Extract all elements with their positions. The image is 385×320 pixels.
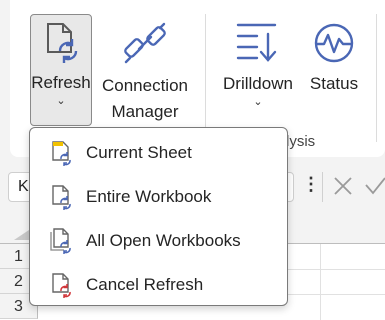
status-label: Status <box>309 74 359 93</box>
ribbon-group-label: lysis <box>286 133 316 150</box>
menu-item-all-open-workbooks[interactable]: All Open Workbooks <box>30 219 287 263</box>
connection-link-icon <box>123 21 167 71</box>
drilldown-icon <box>235 20 281 70</box>
drilldown-label: Drilldown <box>223 74 293 93</box>
menu-item-current-sheet[interactable]: Current Sheet <box>30 131 287 175</box>
status-pulse-icon <box>312 22 356 70</box>
connection-label-line1: Connection <box>101 76 188 95</box>
menu-item-label: Cancel Refresh <box>86 275 204 294</box>
grid-line <box>320 244 321 320</box>
cancel-refresh-icon <box>50 272 72 298</box>
drilldown-button[interactable]: Drilldown ⌄ <box>216 14 300 109</box>
refresh-dropdown-menu: Current Sheet Entire Workbook All Open W… <box>29 127 288 306</box>
menu-item-label: Entire Workbook <box>86 187 212 206</box>
workbook-refresh-icon <box>50 184 72 210</box>
chevron-down-icon: ⌄ <box>56 95 66 107</box>
connection-manager-button[interactable]: Connection Manager <box>98 14 192 123</box>
chevron-down-icon: ⌄ <box>253 96 263 108</box>
connection-label-line2: Manager <box>111 102 179 121</box>
ribbon-separator <box>376 14 377 142</box>
refresh-button[interactable]: Refresh ⌄ <box>30 14 92 126</box>
menu-item-label: All Open Workbooks <box>86 231 241 250</box>
menu-item-entire-workbook[interactable]: Entire Workbook <box>30 175 287 219</box>
refresh-icon <box>38 21 84 69</box>
all-workbooks-refresh-icon <box>50 228 72 254</box>
cancel-icon[interactable] <box>332 175 354 202</box>
current-sheet-refresh-icon <box>50 140 72 166</box>
status-button[interactable]: Status <box>306 14 362 95</box>
ribbon-separator <box>205 14 206 142</box>
enter-check-icon[interactable] <box>364 176 385 201</box>
menu-item-label: Current Sheet <box>86 143 192 162</box>
refresh-label: Refresh <box>31 73 91 92</box>
more-options-icon[interactable]: ⋮ <box>302 174 320 195</box>
formula-separator <box>322 172 323 202</box>
menu-item-cancel-refresh[interactable]: Cancel Refresh <box>30 263 287 307</box>
